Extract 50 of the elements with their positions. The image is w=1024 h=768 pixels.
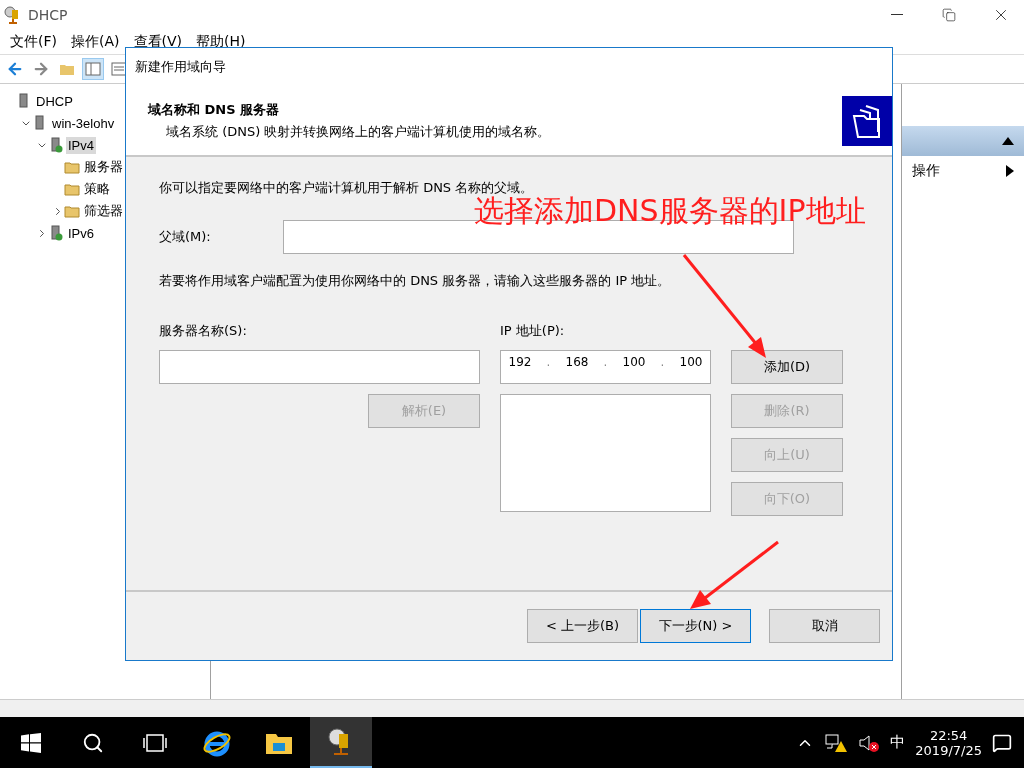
wizard-button[interactable]: < 上一步(B): [527, 609, 638, 643]
add-button[interactable]: 添加(D): [731, 350, 843, 384]
field-label: 父域(M):: [159, 228, 212, 246]
input-method-indicator[interactable]: 中: [890, 733, 906, 752]
restore-icon: [942, 8, 956, 22]
volume-muted-icon[interactable]: [858, 732, 881, 753]
window-title: DHCP: [28, 7, 69, 23]
field-label: 服务器名称(S):: [159, 322, 248, 340]
server-name-field[interactable]: [159, 350, 480, 384]
tree-item[interactable]: DHCP: [34, 92, 75, 110]
folder-icon: [64, 203, 80, 219]
instruction-text: 你可以指定要网络中的客户端计算机用于解析 DNS 名称的父域。: [159, 179, 535, 196]
network-warning-icon[interactable]: [824, 732, 849, 753]
menu-item[interactable]: 操作(A): [65, 33, 126, 51]
submenu-arrow-icon: [1006, 165, 1014, 177]
collapse-icon[interactable]: [1002, 137, 1014, 145]
wizard-button[interactable]: 下一步(N) >: [640, 609, 751, 643]
tree-item[interactable]: IPv4: [66, 136, 96, 154]
tree-item[interactable]: 筛选器: [82, 201, 125, 221]
minimize-icon: [891, 14, 903, 16]
notification-icon[interactable]: [992, 732, 1012, 753]
menu-item[interactable]: 文件(F): [4, 33, 63, 51]
tree-item[interactable]: 策略: [82, 179, 112, 199]
folder-icon: [64, 181, 80, 197]
server-icon: [48, 225, 64, 241]
search-icon: [82, 731, 104, 754]
wizard-button[interactable]: 取消: [769, 609, 880, 643]
menu-item[interactable]: 查看(V): [127, 33, 188, 51]
tree-item[interactable]: IPv6: [66, 224, 96, 242]
field-label: IP 地址(P):: [500, 322, 566, 340]
octet-separator: .: [603, 355, 608, 369]
page-description: 域名系统 (DNS) 映射并转换网络上的客户端计算机使用的域名称。: [165, 122, 552, 141]
windows-logo-icon: [21, 732, 41, 753]
annotation-text: 选择添加DNS服务器的IP地址: [474, 196, 866, 226]
dialog-title: 新建作用域向导: [126, 48, 892, 86]
tree-item[interactable]: win-3elohv: [50, 114, 117, 132]
instruction-text: 若要将作用域客户端配置为使用你网络中的 DNS 服务器，请输入这些服务器的 IP 地址。: [159, 272, 672, 290]
action-item[interactable]: 操作: [912, 162, 940, 180]
task-view-icon: [143, 732, 167, 753]
octet-separator: .: [660, 355, 665, 369]
folder-icon: [59, 62, 75, 76]
page-heading: 域名称和 DNS 服务器: [148, 100, 281, 119]
ip-address-field[interactable]: 192 . 168 . 100 . 100: [500, 350, 711, 384]
server-icon: [48, 137, 64, 153]
folder-icon: [64, 159, 80, 175]
clock[interactable]: 22:54 2019/7/25: [915, 727, 982, 758]
tree-item[interactable]: 服务器: [82, 157, 125, 177]
octet-separator: .: [546, 355, 551, 369]
dhcp-app-button[interactable]: [310, 717, 372, 768]
menu-item[interactable]: 帮助(H): [190, 33, 252, 51]
